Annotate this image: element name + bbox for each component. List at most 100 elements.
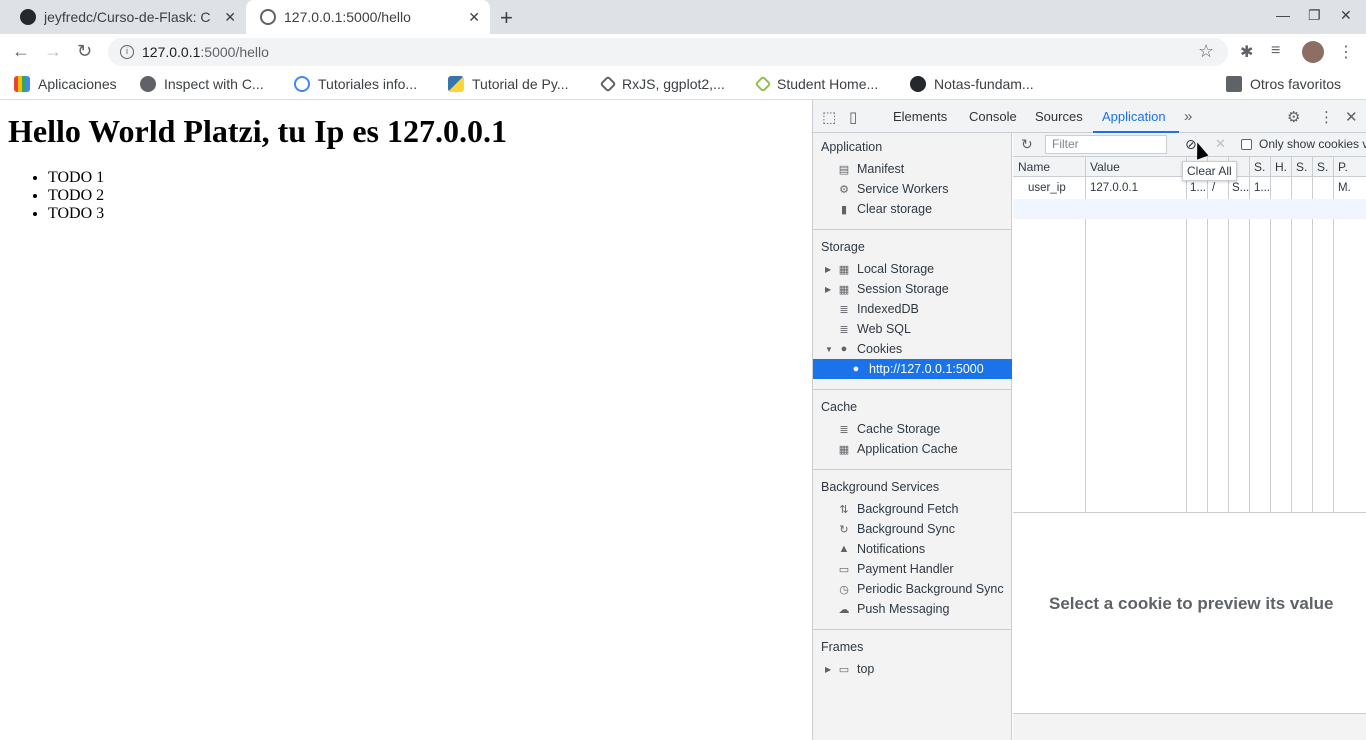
cookie-icon: ● [840, 343, 848, 355]
sidebar-item-label: IndexedDB [857, 302, 919, 316]
sidebar-item-application-cache[interactable]: ▦ Application Cache [813, 439, 1012, 459]
collapse-arrow-icon[interactable]: ▼ [825, 345, 837, 354]
info-icon[interactable]: i [120, 45, 134, 59]
refresh-icon[interactable]: ↻ [1021, 136, 1033, 153]
more-tabs-icon[interactable]: » [1184, 108, 1192, 125]
bookmark-label: Otros favoritos [1250, 76, 1342, 92]
sidebar-item-label: Cache Storage [857, 422, 941, 436]
cookie-size: 1... [1254, 182, 1270, 194]
close-tab-icon[interactable]: ✕ [224, 9, 236, 26]
url-host: 127.0.0.1 [142, 44, 201, 60]
sidebar-item-cache-storage[interactable]: ≣ Cache Storage [813, 419, 1012, 439]
device-toolbar-icon[interactable]: ▯ [849, 108, 857, 126]
inspect-element-icon[interactable]: ⬚ [822, 108, 836, 126]
tab-application[interactable]: Application [1102, 109, 1166, 124]
avatar[interactable] [1302, 41, 1324, 63]
cloud-icon: ☁ [838, 603, 850, 616]
column-header[interactable]: P. [1338, 160, 1348, 174]
column-header[interactable]: S. [1296, 160, 1307, 174]
bookmark-star-icon[interactable]: ☆ [1198, 41, 1214, 62]
bookmark-python[interactable]: Tutorial de Py... [448, 76, 568, 92]
expand-arrow-icon[interactable]: ▶ [825, 665, 837, 674]
expand-arrow-icon[interactable]: ▶ [825, 265, 837, 274]
menu-dots-icon[interactable]: ⋮ [1338, 42, 1354, 62]
cookies-toolbar: ↻ Filter ⊘ ✕ Only show cookies v [1013, 133, 1366, 157]
sidebar-item-cookie-origin[interactable]: ● http://127.0.0.1:5000 [813, 359, 1012, 379]
filter-input[interactable]: Filter [1045, 135, 1167, 154]
address-bar[interactable]: i 127.0.0.1:5000/hello [108, 38, 1228, 66]
expand-arrow-icon[interactable]: ▶ [825, 285, 837, 294]
tab-console[interactable]: Console [969, 109, 1017, 124]
database-icon: ≣ [839, 323, 849, 336]
sidebar-item-local-storage[interactable]: ▶ ▦ Local Storage [813, 259, 1012, 279]
bookmark-notas[interactable]: Notas-fundam... [910, 76, 1034, 92]
tab-hello[interactable]: 127.0.0.1:5000/hello ✕ [246, 0, 490, 34]
bookmark-otros[interactable]: Otros favoritos [1226, 76, 1341, 92]
sidebar-item-label: Application Cache [857, 442, 958, 456]
cookie-path: / [1212, 182, 1216, 194]
sidebar-item-notifications[interactable]: ▲ Notifications [813, 539, 1012, 559]
sidebar-item-background-sync[interactable]: ↻ Background Sync [813, 519, 1012, 539]
python-icon [448, 76, 464, 92]
sidebar-item-indexeddb[interactable]: ≣ IndexedDB [813, 299, 1012, 319]
sidebar-item-service-workers[interactable]: ⚙ Service Workers [813, 179, 1012, 199]
page-content: Hello World Platzi, tu Ip es 127.0.0.1 T… [0, 100, 812, 740]
list-item: TODO 3 [48, 205, 104, 223]
only-show-checkbox[interactable] [1241, 139, 1252, 150]
diamond-icon [599, 75, 617, 93]
bookmark-label: Notas-fundam... [934, 76, 1034, 92]
sidebar-item-background-fetch[interactable]: ⇅ Background Fetch [813, 499, 1012, 519]
media-control-icon[interactable]: ≡ [1271, 42, 1280, 60]
new-tab-button[interactable]: + [500, 5, 513, 31]
cookies-table: Name Value S. H. S. S. P. user_ip 127.0.… [1013, 157, 1366, 513]
close-devtools-icon[interactable]: ✕ [1345, 108, 1358, 126]
divider [813, 389, 1012, 390]
column-header[interactable]: S. [1317, 160, 1328, 174]
menu-dots-icon[interactable]: ⋮ [1319, 108, 1334, 126]
sidebar-item-top-frame[interactable]: ▶ ▭ top [813, 659, 1012, 679]
bookmark-apps[interactable]: Aplicaciones [14, 76, 117, 92]
extensions-icon[interactable]: ✱ [1240, 42, 1253, 62]
cookie-expires: S... [1232, 182, 1250, 194]
minimize-icon[interactable]: — [1276, 7, 1290, 23]
bookmark-rxjs[interactable]: RxJS, ggplot2,... [599, 75, 725, 93]
globe-icon [140, 76, 156, 92]
tab-github[interactable]: jeyfredc/Curso-de-Flask: C ✕ [8, 0, 246, 34]
sidebar-item-web-sql[interactable]: ≣ Web SQL [813, 319, 1012, 339]
bookmark-student[interactable]: Student Home... [754, 75, 878, 93]
delete-selected-icon[interactable]: ✕ [1215, 136, 1226, 152]
search-icon [294, 76, 310, 92]
tab-strip: jeyfredc/Curso-de-Flask: C ✕ 127.0.0.1:5… [0, 0, 1366, 34]
folder-icon [1226, 76, 1242, 92]
devtools-tabbar: ⬚ ▯ Elements Console Sources Application… [813, 100, 1366, 133]
maximize-icon[interactable]: ❐ [1308, 7, 1321, 24]
bookmark-label: Tutorial de Py... [472, 76, 569, 92]
reload-icon[interactable]: ↻ [77, 41, 92, 62]
gear-icon[interactable]: ⚙ [1287, 108, 1300, 126]
sidebar-item-cookies[interactable]: ▼ ● Cookies [813, 339, 1012, 359]
forward-icon[interactable]: → [44, 41, 62, 62]
sidebar-item-label: Cookies [857, 342, 903, 356]
back-icon[interactable]: ← [12, 41, 30, 62]
close-window-icon[interactable]: ✕ [1340, 7, 1352, 24]
sidebar-item-payment-handler[interactable]: ▭ Payment Handler [813, 559, 1012, 579]
close-tab-icon[interactable]: ✕ [468, 9, 480, 26]
column-header[interactable]: Name [1018, 160, 1050, 174]
devtools-panel: ⬚ ▯ Elements Console Sources Application… [812, 100, 1366, 740]
tab-sources[interactable]: Sources [1035, 109, 1083, 124]
column-header[interactable]: S. [1254, 160, 1265, 174]
section-frames: Frames [821, 640, 864, 654]
column-header[interactable]: Value [1090, 160, 1120, 174]
apps-grid-icon [14, 76, 30, 92]
sidebar-item-periodic-sync[interactable]: ◷ Periodic Background Sync [813, 579, 1012, 599]
cookie-preview-message: Select a cookie to preview its value [1049, 594, 1334, 613]
sidebar-item-session-storage[interactable]: ▶ ▦ Session Storage [813, 279, 1012, 299]
tab-title: jeyfredc/Curso-de-Flask: C [44, 9, 211, 25]
sidebar-item-manifest[interactable]: ▤ Manifest [813, 159, 1012, 179]
bookmark-tutoriales[interactable]: Tutoriales info... [294, 76, 417, 92]
sidebar-item-push-messaging[interactable]: ☁ Push Messaging [813, 599, 1012, 619]
column-header[interactable]: H. [1275, 160, 1287, 174]
sidebar-item-clear-storage[interactable]: ▮ Clear storage [813, 199, 1012, 219]
bookmark-inspect[interactable]: Inspect with C... [140, 76, 264, 92]
tab-elements[interactable]: Elements [893, 109, 947, 124]
